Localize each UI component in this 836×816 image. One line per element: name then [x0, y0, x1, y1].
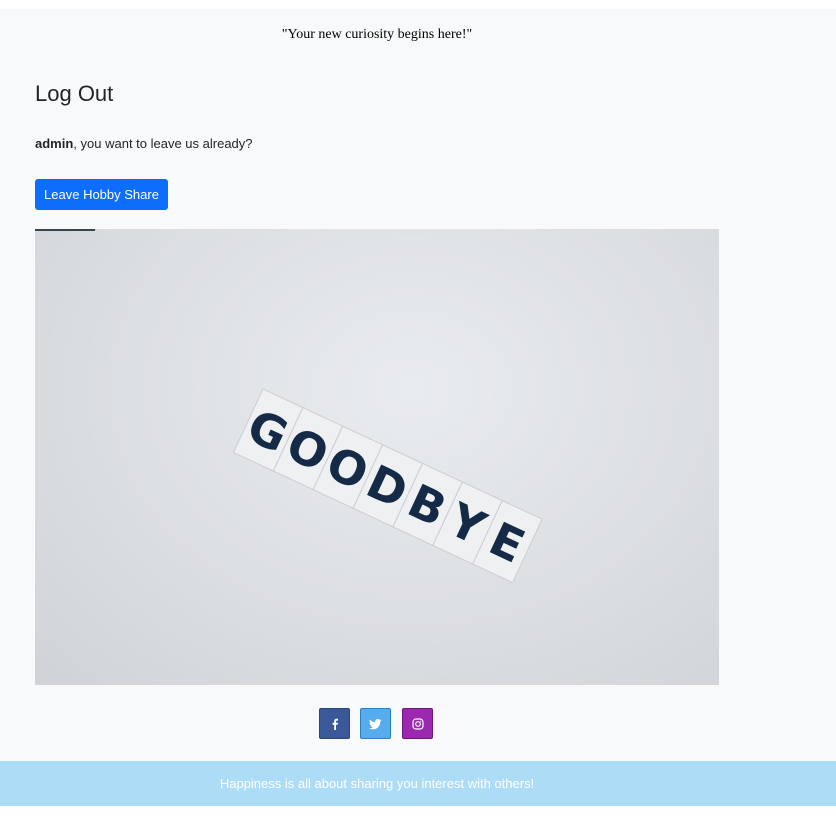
twitter-button[interactable] — [360, 708, 391, 739]
facebook-button[interactable] — [319, 708, 350, 739]
leave-hobby-share-button[interactable]: Leave Hobby Share — [35, 179, 168, 210]
goodbye-letter-tiles: GOODBYE — [232, 388, 543, 584]
instagram-button[interactable] — [402, 708, 433, 739]
page-title: Log Out — [35, 81, 114, 106]
logout-message: admin, you want to leave us already? — [35, 136, 253, 151]
twitter-icon — [369, 718, 382, 729]
header-tagline: "Your new curiosity begins here!" — [281, 27, 473, 42]
message-suffix: , you want to leave us already? — [73, 136, 253, 151]
goodbye-image: GOODBYE — [35, 229, 719, 685]
username: admin — [35, 136, 74, 151]
instagram-icon — [411, 717, 424, 730]
facebook-icon — [332, 718, 338, 730]
footer-text: Happiness is all about sharing you inter… — [219, 776, 535, 791]
